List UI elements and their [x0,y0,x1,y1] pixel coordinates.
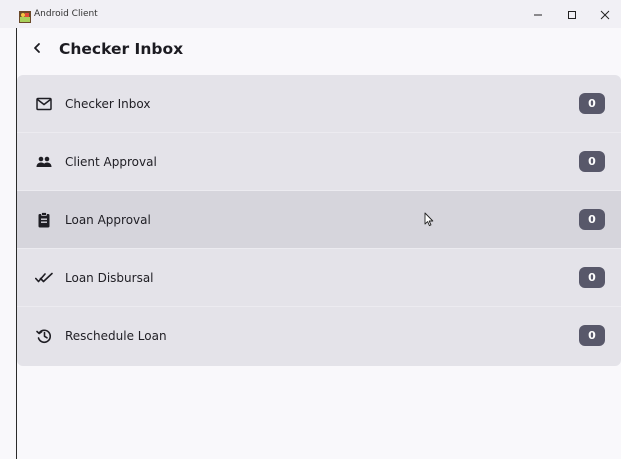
close-icon [600,5,610,24]
count-badge: 0 [579,267,605,288]
inbox-list: Checker Inbox 0 Client Approval 0 Loan A… [17,75,621,366]
list-item-label: Client Approval [65,155,157,169]
list-item-label: Reschedule Loan [65,329,167,343]
history-icon [34,326,54,346]
top-app-bar: Checker Inbox [17,28,621,72]
list-item-client-approval[interactable]: Client Approval 0 [17,133,621,191]
list-item-reschedule-loan[interactable]: Reschedule Loan 0 [17,307,621,365]
list-item-checker-inbox[interactable]: Checker Inbox 0 [17,75,621,133]
count-badge: 0 [579,209,605,230]
page-title: Checker Inbox [59,40,184,58]
back-button[interactable] [29,39,45,57]
list-item-loan-approval[interactable]: Loan Approval 0 [17,191,621,249]
count-badge: 0 [579,93,605,114]
window-title: Android Client [34,9,98,19]
list-item-label: Checker Inbox [65,97,151,111]
window-titlebar[interactable]: Android Client [0,0,621,28]
count-badge: 0 [579,325,605,346]
mouse-cursor-icon [424,212,434,227]
list-item-label: Loan Approval [65,213,151,227]
clipboard-icon [34,210,54,230]
app-logo-icon [19,8,31,23]
list-item-label: Loan Disbursal [65,271,154,285]
list-item-loan-disbursal[interactable]: Loan Disbursal 0 [17,249,621,307]
minimize-icon [533,5,543,24]
maximize-button[interactable] [560,4,584,24]
chevron-left-icon [32,39,42,58]
minimize-button[interactable] [526,4,550,24]
count-badge: 0 [579,151,605,172]
close-button[interactable] [593,4,617,24]
app-window: Android Client Checker Inbox Checker Inb… [0,0,621,459]
people-icon [34,152,54,172]
double-check-icon [34,268,54,288]
mail-icon [34,94,54,114]
maximize-icon [567,5,577,24]
